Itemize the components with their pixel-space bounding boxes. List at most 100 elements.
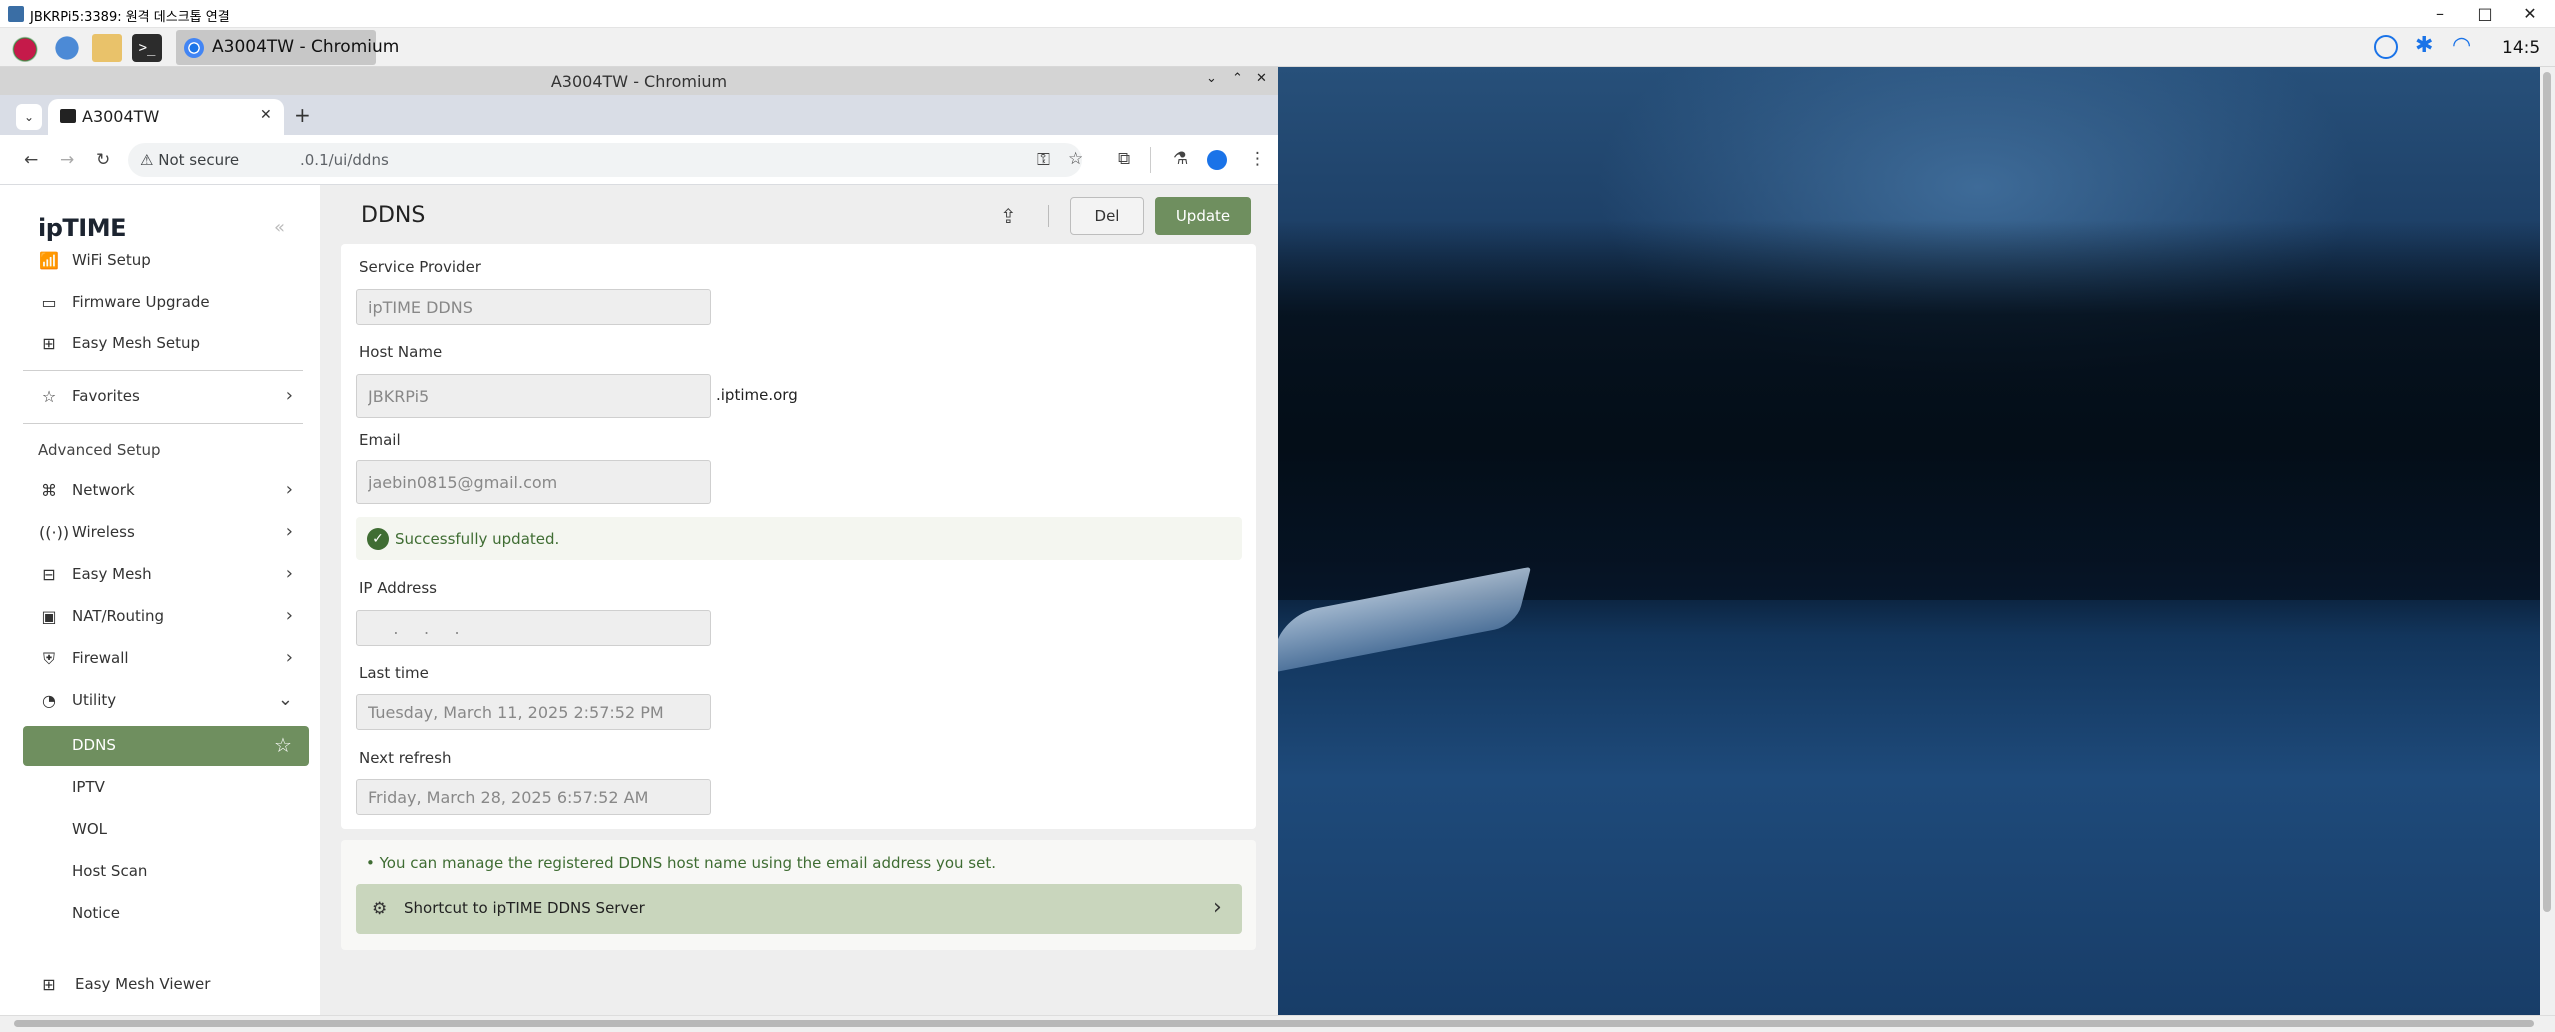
file-manager-icon[interactable] bbox=[92, 34, 122, 62]
menu-kebab-icon[interactable]: ⋮ bbox=[1249, 149, 1266, 169]
labs-flask-icon[interactable]: ⚗ bbox=[1173, 149, 1188, 169]
sidebar-item-label: WOL bbox=[72, 820, 107, 838]
sidebar-item-nat-routing[interactable]: ▣ NAT/Routing › bbox=[23, 597, 309, 637]
collapse-sidebar-icon[interactable]: « bbox=[274, 217, 285, 238]
sidebar-item-easy-mesh-setup[interactable]: ⊞ Easy Mesh Setup bbox=[23, 324, 309, 364]
host-name-field[interactable] bbox=[356, 374, 711, 418]
sidebar-item-iptv[interactable]: IPTV bbox=[23, 768, 309, 808]
tab-close-icon[interactable]: ✕ bbox=[260, 107, 272, 123]
sidebar-item-label: Firmware Upgrade bbox=[72, 293, 210, 311]
chevron-right-icon: › bbox=[285, 605, 293, 626]
email-field[interactable] bbox=[356, 460, 711, 504]
sidebar-item-wol[interactable]: WOL bbox=[23, 810, 309, 850]
chromium-maximize-icon[interactable]: ⌃ bbox=[1232, 71, 1243, 86]
sidebar-item-ddns[interactable] bbox=[23, 726, 309, 766]
chevron-right-icon: › bbox=[285, 385, 293, 406]
host-name-label: Host Name bbox=[359, 343, 443, 361]
close-icon[interactable]: ✕ bbox=[2515, 3, 2545, 25]
email-label: Email bbox=[359, 431, 401, 449]
sidebar-item-firewall[interactable]: ⛨ Firewall › bbox=[23, 639, 309, 679]
chevron-right-icon: › bbox=[1213, 895, 1222, 920]
sidebar-item-label: Utility bbox=[72, 691, 117, 709]
header-divider bbox=[1048, 205, 1049, 227]
service-provider-label: Service Provider bbox=[359, 258, 481, 276]
sidebar-item-label: WiFi Setup bbox=[72, 251, 151, 269]
last-time-field[interactable] bbox=[356, 694, 711, 730]
sidebar-item-label: DDNS bbox=[72, 736, 116, 754]
favorite-star-icon[interactable]: ☆ bbox=[274, 733, 292, 757]
url-text[interactable]: .0.1/ui/ddns bbox=[300, 151, 389, 169]
sidebar-item-label: Easy Mesh Viewer bbox=[75, 975, 211, 993]
wifi-icon[interactable]: ◠ bbox=[2452, 33, 2471, 58]
sidebar-item-easy-mesh[interactable]: ⊟ Easy Mesh › bbox=[23, 555, 309, 595]
sidebar-item-label: NAT/Routing bbox=[72, 607, 165, 625]
taskbar-chromium-label: A3004TW - Chromium bbox=[212, 37, 400, 57]
next-refresh-field[interactable] bbox=[356, 779, 711, 815]
sidebar-item-firmware-upgrade[interactable]: ▭ Firmware Upgrade bbox=[23, 283, 309, 323]
tab-search-icon[interactable]: ⌄ bbox=[16, 104, 42, 130]
del-button[interactable]: Del bbox=[1070, 197, 1144, 235]
section-advanced-setup: Advanced Setup bbox=[38, 441, 161, 459]
reload-icon[interactable]: ↻ bbox=[96, 150, 110, 170]
host-name-suffix: .iptime.org bbox=[716, 386, 798, 404]
sidebar-divider bbox=[23, 370, 303, 371]
sidebar-item-label: Host Scan bbox=[72, 862, 148, 880]
clock: 14:5 bbox=[2502, 38, 2541, 58]
bookmark-star-icon[interactable]: ☆ bbox=[1068, 149, 1083, 169]
sidebar-item-label: Notice bbox=[72, 904, 120, 922]
chevron-right-icon: › bbox=[285, 479, 293, 500]
wallpaper-treeline bbox=[1278, 220, 2540, 600]
chevron-down-icon: ⌄ bbox=[277, 689, 293, 710]
firmware-icon: ▭ bbox=[41, 293, 57, 312]
server-gear-icon: ⚙ bbox=[372, 899, 388, 919]
mesh-viewer-icon: ⊞ bbox=[42, 975, 56, 994]
download-icon[interactable] bbox=[2374, 35, 2398, 59]
service-provider-field[interactable] bbox=[356, 289, 711, 325]
sidebar-item-label: Favorites bbox=[72, 387, 140, 405]
maximize-icon[interactable]: □ bbox=[2470, 3, 2500, 25]
sidebar-item-wireless[interactable]: ((·)) Wireless › bbox=[23, 513, 309, 553]
new-tab-icon[interactable]: + bbox=[294, 103, 311, 127]
nat-icon: ▣ bbox=[41, 607, 57, 626]
info-note: • You can manage the registered DDNS hos… bbox=[366, 854, 996, 872]
export-icon[interactable]: ⇪ bbox=[1000, 204, 1017, 228]
sidebar-item-notice[interactable]: Notice bbox=[23, 894, 309, 934]
sidebar-item-wifi-setup[interactable]: 📶 WiFi Setup bbox=[23, 241, 309, 281]
terminal-icon[interactable]: >_ bbox=[132, 34, 162, 62]
gauge-icon: ◔ bbox=[42, 691, 56, 710]
rdp-title-bar bbox=[0, 0, 2555, 28]
not-secure-chip[interactable]: ⚠ Not secure bbox=[140, 151, 239, 169]
chromium-minimize-icon[interactable]: ⌄ bbox=[1206, 71, 1217, 86]
sidebar-item-utility[interactable]: ◔ Utility ⌄ bbox=[23, 681, 309, 721]
sidebar-item-network[interactable]: ⌘ Network › bbox=[23, 471, 309, 511]
sidebar-item-host-scan[interactable]: Host Scan bbox=[23, 852, 309, 892]
horizontal-scroll-thumb[interactable] bbox=[14, 1020, 2534, 1027]
chromium-close-icon[interactable]: ✕ bbox=[1256, 71, 1267, 86]
shield-icon: ⛨ bbox=[42, 649, 55, 668]
sidebar-item-label: Firewall bbox=[72, 649, 129, 667]
sidebar-divider bbox=[23, 423, 303, 424]
sidebar-item-favorites[interactable]: ☆ Favorites › bbox=[23, 377, 309, 417]
chevron-right-icon: › bbox=[285, 521, 293, 542]
web-browser-icon[interactable] bbox=[52, 34, 82, 62]
raspberry-menu-icon[interactable] bbox=[10, 34, 40, 62]
update-button[interactable]: Update bbox=[1155, 197, 1251, 235]
back-icon[interactable]: ← bbox=[24, 150, 38, 170]
extensions-icon[interactable]: ⧉ bbox=[1118, 149, 1130, 169]
sidebar-item-label: Easy Mesh Setup bbox=[72, 334, 201, 352]
password-key-icon[interactable]: ⚿ bbox=[1037, 150, 1050, 170]
ip-address-label: IP Address bbox=[359, 579, 437, 597]
address-bar[interactable] bbox=[128, 143, 1082, 177]
minimize-icon[interactable]: – bbox=[2425, 3, 2455, 25]
iptime-logo: ipTIME bbox=[38, 214, 126, 242]
wifi-setup-icon: 📶 bbox=[39, 251, 59, 270]
profile-avatar-icon[interactable] bbox=[1207, 150, 1227, 170]
ip-address-field[interactable] bbox=[356, 610, 711, 646]
sidebar-item-easy-mesh-viewer[interactable]: ⊞ Easy Mesh Viewer bbox=[23, 965, 309, 1005]
favicon-icon bbox=[60, 109, 76, 123]
forward-icon[interactable]: → bbox=[60, 150, 74, 170]
vertical-scroll-thumb[interactable] bbox=[2543, 72, 2551, 912]
bluetooth-icon[interactable]: ✱ bbox=[2415, 33, 2433, 58]
wireless-icon: ((·)) bbox=[39, 523, 70, 542]
chevron-right-icon: › bbox=[285, 647, 293, 668]
